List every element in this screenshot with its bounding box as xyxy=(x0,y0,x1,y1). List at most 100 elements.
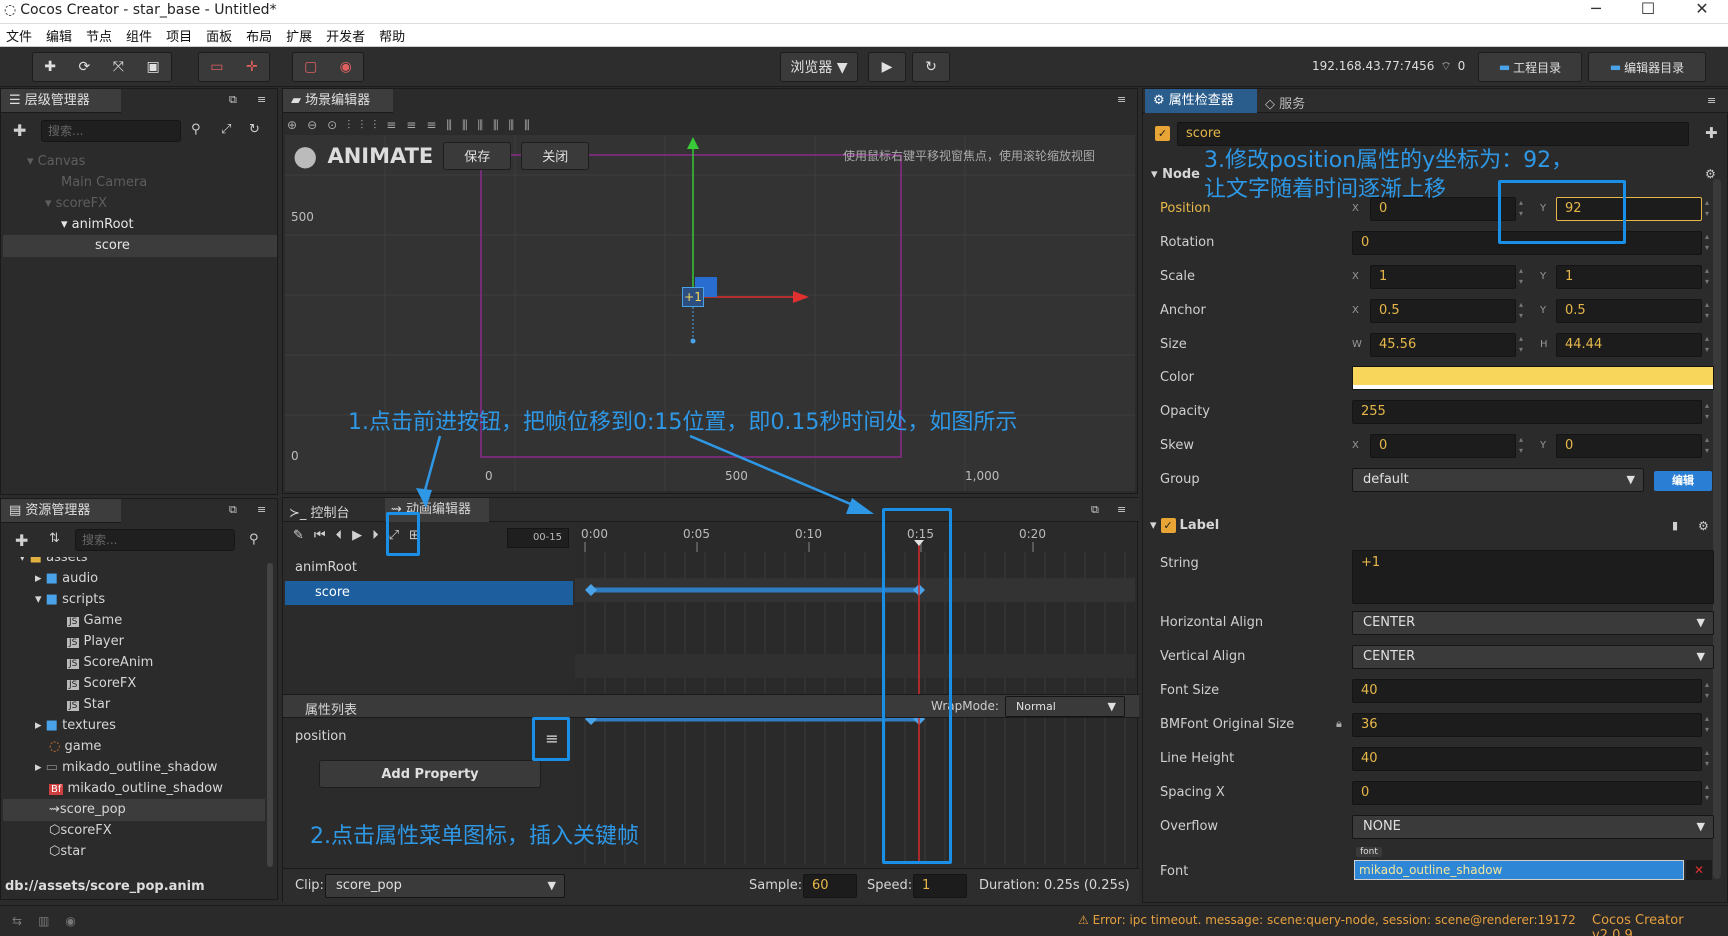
save-button[interactable]: 保存 xyxy=(443,141,512,170)
distribute-bottom-icon[interactable]: ⫼ xyxy=(477,118,483,133)
skew-y-input[interactable]: 0 xyxy=(1556,434,1702,458)
distribute-vcenter-icon[interactable]: ⫼ xyxy=(462,118,468,133)
size-w-input[interactable]: 45.56 xyxy=(1370,333,1516,357)
timeline-area[interactable]: 0:00 0:05 0:10 0:15 0:20 xyxy=(575,522,1135,864)
next-frame-icon[interactable]: ⏵ xyxy=(372,528,379,543)
menu-edit[interactable]: 编辑 xyxy=(46,26,72,45)
opacity-input[interactable]: 255 xyxy=(1352,400,1702,424)
tab-scene[interactable]: ▰ 场景编辑器 xyxy=(283,89,393,113)
popout-icon[interactable]: ⧉ xyxy=(229,93,237,107)
list-item[interactable]: ◌ game xyxy=(49,736,101,758)
align-top-icon[interactable]: ⫶ xyxy=(347,118,350,133)
pivot-icon[interactable]: ▭ xyxy=(210,59,223,75)
assets-search-input[interactable]: 搜索... xyxy=(75,529,235,551)
close-window-button[interactable]: ✕ xyxy=(1680,0,1724,21)
close-animate-button[interactable]: 关闭 xyxy=(521,141,590,170)
menu-panel[interactable]: 面板 xyxy=(206,26,232,45)
speed-input[interactable]: 1 xyxy=(913,874,967,898)
add-property-button[interactable]: Add Property xyxy=(319,760,541,788)
add-node-icon[interactable]: ✚ xyxy=(13,121,26,140)
list-item[interactable]: ▾ ■ scripts xyxy=(35,589,105,611)
font-asset-field[interactable]: mikado_outline_shadow xyxy=(1354,860,1684,880)
panel-menu-icon[interactable]: ≡ xyxy=(1707,94,1716,107)
rect-tool-icon[interactable]: ▣ xyxy=(146,59,159,75)
ip-address[interactable]: 192.168.43.77:7456 xyxy=(1312,59,1434,74)
preview-platform-dropdown[interactable]: 浏览器 ▼ xyxy=(780,52,858,82)
bmfont-size-input[interactable]: 36 xyxy=(1352,713,1702,737)
search-icon[interactable]: ⚲ xyxy=(191,122,201,137)
stepper-icon[interactable]: ▴ ▾ xyxy=(1702,747,1712,771)
distribute-hcenter-icon[interactable]: ⫼ xyxy=(509,118,515,133)
trash-icon[interactable]: ▥ xyxy=(38,914,49,928)
popout-icon[interactable]: ⧉ xyxy=(229,503,237,517)
move-tool-icon[interactable]: ✚ xyxy=(44,59,56,75)
list-item[interactable]: JS Star xyxy=(67,694,110,716)
distribute-left-icon[interactable]: ⫼ xyxy=(493,118,499,133)
menu-help[interactable]: 帮助 xyxy=(379,26,405,45)
list-item[interactable]: JS Player xyxy=(67,631,124,653)
first-frame-icon[interactable]: ⏮ xyxy=(314,528,326,543)
stepper-icon[interactable]: ▴ ▾ xyxy=(1702,333,1712,357)
color-swatch[interactable] xyxy=(1352,366,1714,390)
expand-all-icon[interactable]: ⤢ xyxy=(221,122,231,137)
node-section-header[interactable]: ▾ Node xyxy=(1151,167,1200,182)
panel-menu-icon[interactable]: ≡ xyxy=(257,503,266,516)
hierarchy-search-input[interactable]: 搜索... xyxy=(41,120,181,142)
popout-icon[interactable]: ⧉ xyxy=(1091,503,1099,517)
editor-dir-button[interactable]: ▬ 编辑器目录 xyxy=(1588,52,1706,82)
group-edit-button[interactable]: 编辑 xyxy=(1654,471,1712,491)
list-item[interactable]: JS ScoreFX xyxy=(67,673,136,695)
gear-icon[interactable]: ⚙ xyxy=(1698,519,1709,533)
size-h-input[interactable]: 44.44 xyxy=(1556,333,1702,357)
scale-tool-icon[interactable]: ⤧ xyxy=(113,59,124,75)
tree-item[interactable]: ▾ animRoot xyxy=(61,214,134,236)
panel-menu-icon[interactable]: ≡ xyxy=(1117,503,1126,516)
scale-y-input[interactable]: 1 xyxy=(1556,265,1702,289)
list-item[interactable]: ▸ ■ textures xyxy=(35,715,116,737)
error-message[interactable]: ⚠ Error: ipc timeout. message: scene:que… xyxy=(1078,913,1576,927)
2d-mode-icon[interactable]: ▢ xyxy=(304,59,317,75)
minimize-button[interactable]: ─ xyxy=(1574,0,1618,21)
line-height-input[interactable]: 40 xyxy=(1352,747,1702,771)
font-size-input[interactable]: 40 xyxy=(1352,679,1702,703)
align-bottom-icon[interactable]: ⫶ xyxy=(373,118,376,133)
list-item[interactable]: ▸ ▭ mikado_outline_shadow xyxy=(35,757,217,779)
record-mode-icon[interactable]: ✎ xyxy=(293,528,304,543)
wrapmode-dropdown[interactable]: Normal ▼ xyxy=(1005,696,1125,717)
list-item[interactable]: ⬡star xyxy=(49,841,86,863)
scale-x-input[interactable]: 1 xyxy=(1370,265,1516,289)
refresh-button[interactable]: ↻ xyxy=(912,52,950,82)
clip-dropdown[interactable]: score_pop ▼ xyxy=(325,874,565,898)
current-frame-field[interactable]: 00-15 xyxy=(507,528,569,548)
sample-input[interactable]: 60 xyxy=(803,874,857,898)
project-dir-button[interactable]: ▬ 工程目录 xyxy=(1478,52,1582,82)
align-right-icon[interactable]: ≡ xyxy=(426,118,436,132)
menu-layout[interactable]: 布局 xyxy=(246,26,272,45)
stepper-icon[interactable]: ▴ ▾ xyxy=(1516,299,1526,323)
stepper-icon[interactable]: ▴ ▾ xyxy=(1516,265,1526,289)
v-align-dropdown[interactable]: CENTER ▼ xyxy=(1352,645,1714,669)
label-section-header[interactable]: ▾ ✓ Label xyxy=(1150,518,1219,533)
menu-file[interactable]: 文件 xyxy=(6,26,32,45)
group-dropdown[interactable]: default ▼ xyxy=(1352,468,1644,492)
list-item[interactable]: Bf mikado_outline_shadow xyxy=(49,778,223,800)
tab-hierarchy[interactable]: ☰ 层级管理器 xyxy=(1,89,121,113)
list-item[interactable]: ▸ ■ audio xyxy=(35,568,98,590)
stepper-icon[interactable]: ▴ ▾ xyxy=(1702,231,1712,255)
spacing-x-input[interactable]: 0 xyxy=(1352,781,1702,805)
align-left-icon[interactable]: ≡ xyxy=(386,118,396,132)
stepper-icon[interactable]: ▴ ▾ xyxy=(1702,679,1712,703)
list-item-selected[interactable]: ⇝score_pop xyxy=(3,799,265,821)
tree-item[interactable]: ▾ Canvas xyxy=(27,151,85,173)
add-component-icon[interactable]: ✚ xyxy=(1705,124,1718,142)
stepper-icon[interactable]: ▴ ▾ xyxy=(1516,333,1526,357)
zoom-reset-icon[interactable]: ⊙ xyxy=(327,118,337,132)
stepper-icon[interactable]: ▴ ▾ xyxy=(1516,434,1526,458)
anim-node-row-selected[interactable]: score xyxy=(285,581,573,605)
sort-icon[interactable]: ⇅ xyxy=(49,531,60,546)
play-anim-icon[interactable]: ▶ xyxy=(352,528,362,543)
stepper-icon[interactable]: ▴ ▾ xyxy=(1702,299,1712,323)
label-enabled-checkbox[interactable]: ✓ xyxy=(1160,518,1176,533)
clear-font-icon[interactable]: ✕ xyxy=(1686,860,1712,880)
stepper-icon[interactable]: ▴ ▾ xyxy=(1702,197,1712,221)
